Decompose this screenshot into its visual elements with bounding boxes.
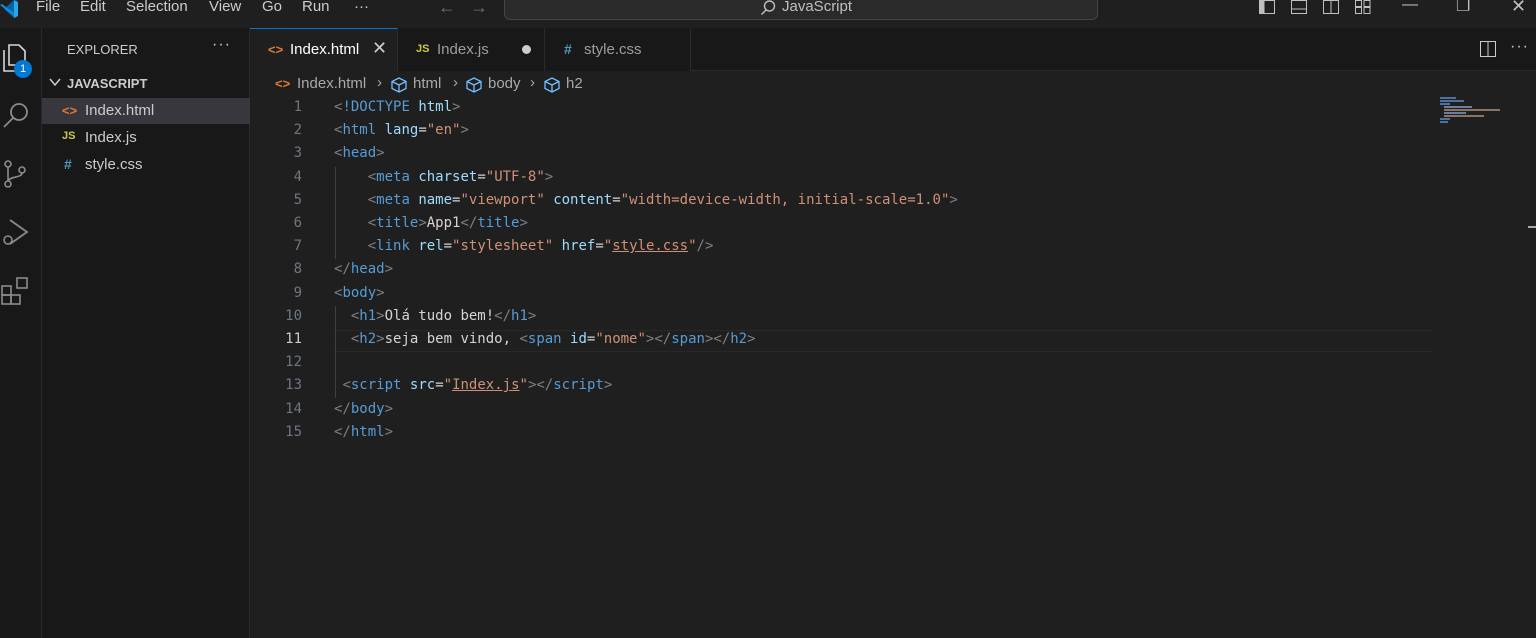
minimap-line bbox=[1440, 103, 1450, 105]
explorer-title: EXPLORER bbox=[67, 42, 138, 57]
forward-arrow-icon[interactable]: → bbox=[470, 0, 488, 18]
source-control-icon[interactable] bbox=[0, 158, 32, 190]
extensions-icon[interactable] bbox=[0, 274, 32, 306]
line-number: 13 bbox=[285, 377, 302, 393]
line-number: 4 bbox=[293, 169, 302, 185]
html-file-icon: <> bbox=[268, 42, 284, 57]
code-line[interactable]: <h1>Olá tudo bem!</h1> bbox=[334, 308, 536, 324]
breadcrumb-item[interactable]: html bbox=[413, 75, 441, 92]
customize-layout-icon[interactable] bbox=[1355, 0, 1371, 14]
code-line[interactable]: <head> bbox=[334, 145, 385, 161]
line-number: 8 bbox=[293, 261, 302, 277]
code-line[interactable]: <meta charset="UTF-8"> bbox=[334, 169, 554, 185]
search-icon bbox=[761, 0, 776, 15]
restore-icon[interactable]: ❐ bbox=[1456, 0, 1470, 16]
toggle-panel-icon[interactable] bbox=[1291, 0, 1307, 14]
code-line[interactable]: <script src="Index.js"></script> bbox=[334, 377, 612, 393]
minimap-line bbox=[1444, 112, 1466, 114]
code-line[interactable]: </body> bbox=[334, 401, 393, 417]
scrollbar-marker[interactable] bbox=[1528, 226, 1536, 228]
javascript-file-icon: JS bbox=[62, 130, 76, 142]
minimap-line bbox=[1444, 106, 1472, 108]
html-file-icon: <> bbox=[275, 76, 291, 91]
back-arrow-icon[interactable]: ← bbox=[438, 0, 456, 18]
chevron-right-icon: › bbox=[530, 74, 535, 91]
menu-view[interactable]: View bbox=[209, 0, 241, 15]
css-file-icon: # bbox=[564, 41, 572, 57]
tab-label: Index.js bbox=[437, 41, 489, 58]
line-number: 1 bbox=[293, 99, 302, 115]
minimap-line bbox=[1440, 121, 1448, 123]
split-editor-icon[interactable] bbox=[1480, 41, 1496, 57]
minimap-line bbox=[1444, 115, 1484, 117]
breadcrumb-item[interactable]: Index.html bbox=[297, 75, 366, 92]
file-label: Index.js bbox=[85, 129, 137, 146]
explorer-badge: 1 bbox=[14, 60, 32, 78]
editor-more-actions[interactable]: ··· bbox=[1510, 38, 1529, 56]
css-file-icon: # bbox=[64, 156, 72, 172]
menu-edit[interactable]: Edit bbox=[80, 0, 106, 15]
folder-label: JAVASCRIPT bbox=[67, 76, 148, 91]
line-number: 6 bbox=[293, 215, 302, 231]
chevron-right-icon: › bbox=[377, 74, 382, 91]
html-file-icon: <> bbox=[62, 103, 78, 118]
line-number: 3 bbox=[293, 145, 302, 161]
menu-file[interactable]: File bbox=[36, 0, 60, 15]
search-view-icon[interactable] bbox=[0, 100, 32, 132]
menu-go[interactable]: Go bbox=[262, 0, 282, 15]
code-line[interactable]: <title>App1</title> bbox=[334, 215, 528, 231]
line-number: 14 bbox=[285, 401, 302, 417]
code-line[interactable]: </head> bbox=[334, 261, 393, 277]
line-number: 7 bbox=[293, 238, 302, 254]
chevron-down-icon bbox=[49, 78, 61, 87]
run-debug-icon[interactable] bbox=[0, 216, 32, 248]
breadcrumb-item[interactable]: h2 bbox=[566, 75, 583, 92]
minimap-line bbox=[1440, 118, 1450, 120]
element-cube-icon bbox=[544, 77, 560, 93]
code-line[interactable]: <html lang="en"> bbox=[334, 122, 469, 138]
close-window-icon[interactable]: ✕ bbox=[1511, 0, 1526, 17]
tab-label: Index.html bbox=[290, 41, 360, 58]
code-line[interactable]: </html> bbox=[334, 424, 393, 440]
command-center-label: JavaScript bbox=[782, 0, 853, 15]
code-line[interactable]: <link rel="stylesheet" href="style.css"/… bbox=[334, 238, 714, 254]
tab-label: style.css bbox=[584, 41, 642, 58]
code-line[interactable]: <!DOCTYPE html> bbox=[334, 99, 460, 115]
code-line[interactable]: <meta name="viewport" content="width=dev… bbox=[334, 192, 958, 208]
minimap-line bbox=[1440, 97, 1456, 99]
file-label: style.css bbox=[85, 156, 143, 173]
line-number: 11 bbox=[285, 331, 302, 347]
code-line[interactable]: <body> bbox=[334, 285, 385, 301]
element-cube-icon bbox=[391, 77, 407, 93]
javascript-file-icon: JS bbox=[416, 43, 430, 55]
toggle-primary-sidebar-icon[interactable] bbox=[1259, 0, 1275, 14]
menu-run[interactable]: Run bbox=[302, 0, 330, 15]
file-label: Index.html bbox=[85, 102, 155, 119]
minimap-line bbox=[1444, 109, 1500, 111]
file-item-style-css[interactable] bbox=[42, 152, 250, 178]
toggle-secondary-sidebar-icon[interactable] bbox=[1323, 0, 1339, 14]
line-number: 12 bbox=[285, 354, 302, 370]
breadcrumb-item[interactable]: body bbox=[488, 75, 521, 92]
close-icon[interactable]: ✕ bbox=[372, 38, 387, 59]
line-number: 15 bbox=[285, 424, 302, 440]
vscode-logo-icon bbox=[0, 0, 18, 18]
menu-more[interactable]: ··· bbox=[354, 0, 369, 15]
line-number: 2 bbox=[293, 122, 302, 138]
explorer-more-actions[interactable]: ··· bbox=[212, 36, 231, 54]
line-number: 9 bbox=[293, 285, 302, 301]
minimize-icon[interactable]: — bbox=[1402, 0, 1418, 14]
unsaved-dot-icon[interactable] bbox=[522, 45, 531, 54]
line-number: 10 bbox=[285, 308, 302, 324]
chevron-right-icon: › bbox=[453, 74, 458, 91]
line-number: 5 bbox=[293, 192, 302, 208]
element-cube-icon bbox=[466, 77, 482, 93]
minimap-line bbox=[1440, 100, 1464, 102]
code-line[interactable]: <h2>seja bem vindo, <span id="nome"></sp… bbox=[334, 331, 756, 347]
menu-selection[interactable]: Selection bbox=[126, 0, 188, 15]
